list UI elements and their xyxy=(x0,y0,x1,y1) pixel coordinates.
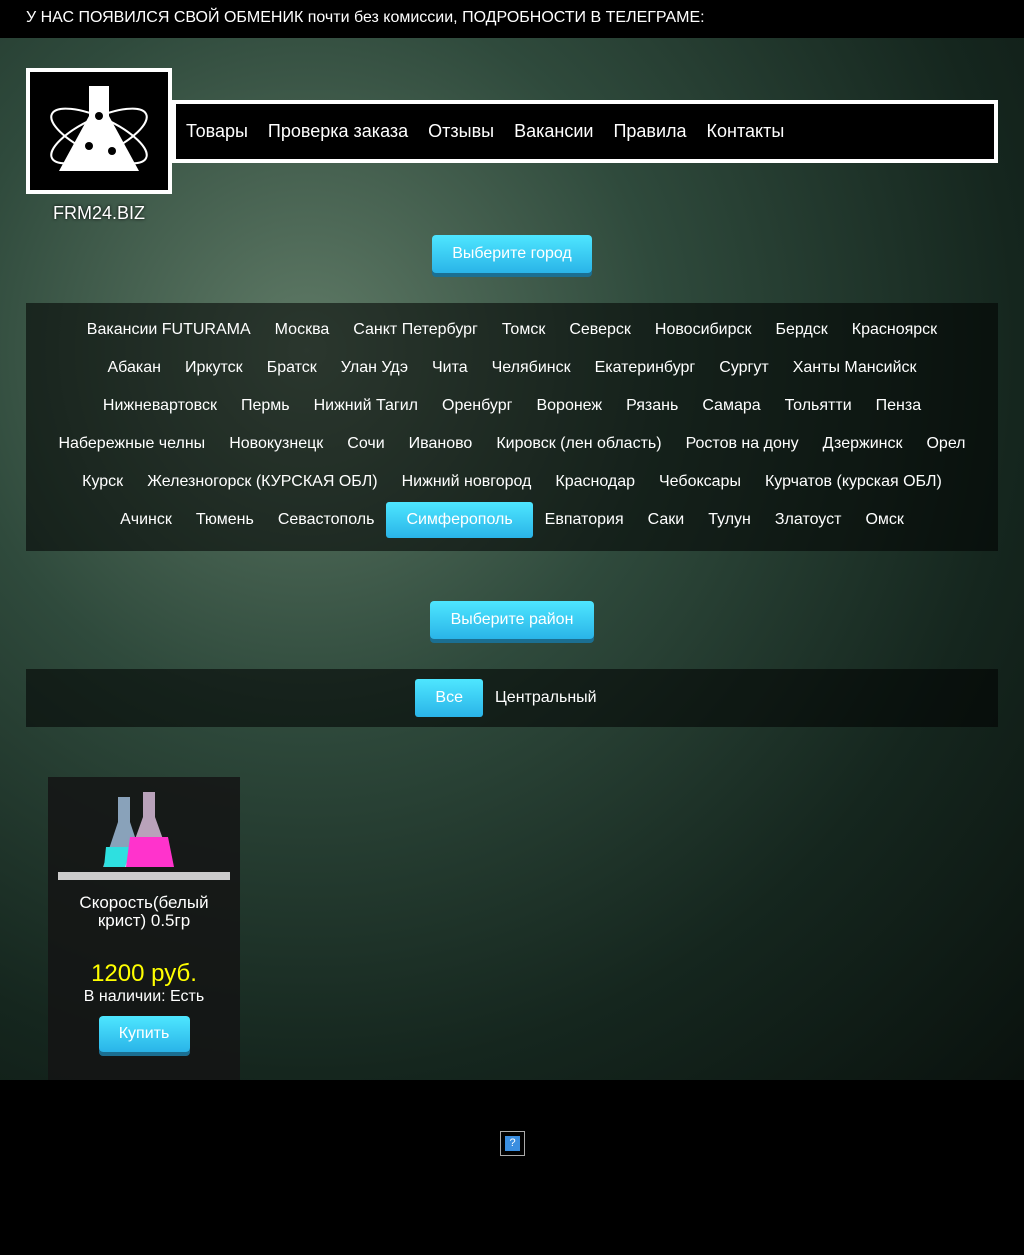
city-item[interactable]: Нижний Тагил xyxy=(302,388,430,424)
city-list: Вакансии FUTURAMA Москва Санкт Петербург То… xyxy=(26,303,998,551)
city-item[interactable]: Новосибирск xyxy=(643,312,764,348)
nav-contacts[interactable]: Контакты xyxy=(707,121,785,142)
city-item[interactable]: Абакан xyxy=(96,350,173,386)
city-row: Набережные челны Новокузнецк Сочи Иваново Ки… xyxy=(46,425,978,463)
city-item[interactable]: Самара xyxy=(690,388,772,424)
city-item[interactable]: Краснодар xyxy=(543,464,647,500)
city-item[interactable]: Омск xyxy=(853,502,915,538)
brand-name: FRM24.BIZ xyxy=(52,203,145,223)
question-icon: ? xyxy=(505,1136,520,1151)
city-item[interactable]: Тюмень xyxy=(184,502,266,538)
nav-rules[interactable]: Правила xyxy=(613,121,686,142)
city-row: Абакан Иркутск Братск Улан Удэ Чита Челябинск… xyxy=(46,349,978,387)
city-item[interactable]: Москва xyxy=(263,312,342,348)
city-item[interactable]: Оренбург xyxy=(430,388,524,424)
city-item[interactable]: Иваново xyxy=(397,426,485,462)
product-stock: В наличии: Есть xyxy=(83,988,205,1005)
city-item[interactable]: Чебоксары xyxy=(647,464,753,500)
city-item[interactable]: Ростов на дону xyxy=(674,426,811,462)
district-item[interactable]: Все xyxy=(415,679,483,717)
product-card: Скорость(белый крист) 0.5гр 1200 руб. В … xyxy=(48,777,240,1080)
city-item[interactable]: Чита xyxy=(420,350,480,386)
city-item[interactable]: Кировск (лен область) xyxy=(484,426,673,462)
broken-image-placeholder: ? xyxy=(500,1131,525,1156)
product-name[interactable]: Скорость(белый крист) 0.5гр xyxy=(48,894,240,930)
city-item[interactable]: Красноярск xyxy=(840,312,949,348)
city-row: Курск Железногорск (КУРСКАЯ ОБЛ) Нижний но… xyxy=(46,463,978,501)
nav-reviews[interactable]: Отзывы xyxy=(428,121,494,142)
choose-district-button[interactable]: Выберите район xyxy=(430,601,594,639)
city-item[interactable]: Дзержинск xyxy=(811,426,915,462)
flask-atom-icon xyxy=(50,86,148,171)
nav-vacancies[interactable]: Вакансии xyxy=(514,121,593,142)
nav-order-check[interactable]: Проверка заказа xyxy=(268,121,408,142)
city-item[interactable]: Севастополь xyxy=(266,502,387,538)
city-item[interactable]: Братск xyxy=(255,350,329,386)
city-item[interactable]: Челябинск xyxy=(480,350,583,386)
product-price: 1200 руб. xyxy=(91,960,197,987)
city-item[interactable]: Железногорск (КУРСКАЯ ОБЛ) xyxy=(135,464,389,500)
city-item[interactable]: Бердск xyxy=(764,312,840,348)
city-item[interactable]: Улан Удэ xyxy=(329,350,420,386)
main-nav: Товары Проверка заказа Отзывы Вакансии П… xyxy=(172,100,998,163)
city-item[interactable]: Курчатов (курская ОБЛ) xyxy=(753,464,954,500)
city-item[interactable]: Ачинск xyxy=(108,502,184,538)
city-item[interactable]: Ханты Мансийск xyxy=(781,350,929,386)
logo[interactable] xyxy=(26,68,172,194)
announcement-bar: У НАС ПОЯВИЛСЯ СВОЙ ОБМЕНИК почти без ко… xyxy=(0,0,1024,38)
city-item[interactable]: Сургут xyxy=(707,350,780,386)
city-item[interactable]: Воронеж xyxy=(524,388,614,424)
city-row: Вакансии FUTURAMA Москва Санкт Петербург То… xyxy=(46,311,978,349)
city-item[interactable]: Томск xyxy=(490,312,557,348)
city-item[interactable]: Пенза xyxy=(864,388,933,424)
city-item[interactable]: Орел xyxy=(914,426,977,462)
city-item[interactable]: Евпатория xyxy=(533,502,636,538)
city-item[interactable]: Сочи xyxy=(335,426,396,462)
city-item[interactable]: Курск xyxy=(70,464,135,500)
city-item[interactable]: Санкт Петербург xyxy=(341,312,490,348)
city-item[interactable]: Вакансии FUTURAMA xyxy=(75,312,263,348)
city-item[interactable]: Тольятти xyxy=(773,388,864,424)
district-list: Все Центральный xyxy=(26,669,998,727)
city-item[interactable]: Новокузнецк xyxy=(217,426,335,462)
district-item[interactable]: Центральный xyxy=(483,680,609,716)
city-item[interactable]: Северск xyxy=(557,312,643,348)
choose-city-button[interactable]: Выберите город xyxy=(432,235,592,273)
nav-products[interactable]: Товары xyxy=(186,121,248,142)
buy-button[interactable]: Купить xyxy=(98,1016,190,1052)
city-row: Нижневартовск Пермь Нижний Тагил Оренбург Во… xyxy=(46,387,978,425)
city-item[interactable]: Тулун xyxy=(696,502,763,538)
city-item[interactable]: Рязань xyxy=(614,388,690,424)
flasks-icon xyxy=(58,792,230,880)
city-item[interactable]: Златоуст xyxy=(763,502,854,538)
city-row: Ачинск Тюмень Севастополь Симферополь Евпато… xyxy=(46,501,978,539)
city-item[interactable]: Саки xyxy=(636,502,697,538)
city-item[interactable]: Нижний новгород xyxy=(390,464,544,500)
city-item[interactable]: Набережные челны xyxy=(46,426,217,462)
city-item[interactable]: Иркутск xyxy=(173,350,255,386)
city-item[interactable]: Пермь xyxy=(229,388,302,424)
city-item[interactable]: Симферополь xyxy=(386,502,533,538)
city-item[interactable]: Нижневартовск xyxy=(91,388,229,424)
city-item[interactable]: Екатеринбург xyxy=(583,350,708,386)
